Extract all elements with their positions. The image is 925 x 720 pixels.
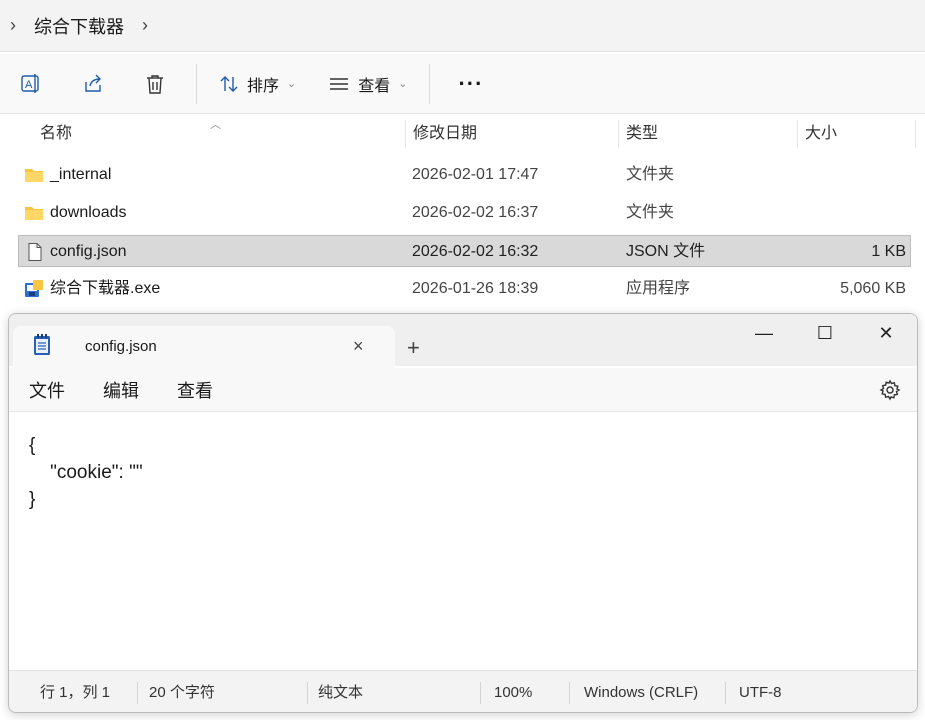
minimize-button[interactable]: — <box>734 314 794 352</box>
file-name: _internal <box>50 166 112 183</box>
tab-close-icon[interactable]: × <box>353 326 364 366</box>
file-list-header: ︿ 名称 修改日期 类型 大小 <box>0 114 925 154</box>
file-type: 应用程序 <box>626 280 691 297</box>
file-type: 文件夹 <box>626 166 675 183</box>
status-divider <box>725 682 726 704</box>
rename-button[interactable]: A <box>0 64 62 104</box>
file-name: downloads <box>50 204 127 221</box>
notepad-tab[interactable]: config.json × <box>13 326 395 368</box>
status-divider <box>569 682 570 704</box>
share-icon <box>85 74 101 92</box>
column-divider[interactable] <box>405 120 406 148</box>
breadcrumb-item-current[interactable]: 综合下载器 <box>26 13 132 39</box>
breadcrumb-chevron-icon[interactable]: › <box>132 15 158 36</box>
file-size <box>798 197 906 229</box>
file-row[interactable]: 综合下载器.exe 2026-01-26 18:39 应用程序 5,060 KB <box>18 273 911 305</box>
new-tab-button[interactable]: + <box>407 334 420 362</box>
file-size: 5,060 KB <box>840 280 906 297</box>
status-format: 纯文本 <box>318 684 364 701</box>
status-divider <box>480 682 481 704</box>
view-button[interactable]: 查看 ⌄ <box>316 64 419 104</box>
status-divider <box>307 682 308 704</box>
text-editor[interactable]: { "cookie": "" } <box>9 412 917 670</box>
file-icon <box>28 243 42 261</box>
chevron-down-icon: ⌄ <box>287 78 297 90</box>
toolbar-divider <box>429 63 431 104</box>
trash-icon <box>147 74 163 94</box>
app-icon <box>25 280 43 297</box>
status-divider <box>137 682 138 704</box>
status-bar: 行 1，列 1 20 个字符 纯文本 100% Windows (CRLF) U… <box>9 670 917 712</box>
file-type: 文件夹 <box>626 204 675 221</box>
status-position[interactable]: 行 1，列 1 <box>40 671 110 712</box>
share-button[interactable] <box>62 64 124 104</box>
column-divider[interactable] <box>915 120 916 148</box>
sort-label: 排序 <box>247 77 280 95</box>
status-line-ending[interactable]: Windows (CRLF) <box>584 671 698 712</box>
breadcrumb: › 综合下载器 › <box>0 0 925 52</box>
notepad-menubar: 文件 编辑 查看 <box>9 368 917 412</box>
menu-edit[interactable]: 编辑 <box>84 377 158 403</box>
tab-title: config.json <box>85 338 157 355</box>
rename-icon: A <box>21 73 39 93</box>
view-label: 查看 <box>358 77 391 95</box>
status-zoom[interactable]: 100% <box>494 671 532 712</box>
column-divider[interactable] <box>797 120 798 148</box>
close-window-button[interactable]: ✕ <box>856 314 916 352</box>
column-divider[interactable] <box>618 120 619 148</box>
sort-button[interactable]: 排序 ⌄ <box>207 64 308 104</box>
folder-icon <box>25 207 43 220</box>
file-type: JSON 文件 <box>626 243 706 260</box>
file-date: 2026-01-26 18:39 <box>412 280 539 297</box>
command-bar: A 排序 ⌄ 查看 ⌄ ··· <box>0 54 925 114</box>
view-lines-icon <box>330 77 349 90</box>
sort-icon <box>220 75 238 92</box>
file-row[interactable]: downloads 2026-02-02 16:37 文件夹 <box>18 197 911 229</box>
toolbar-divider <box>196 63 197 104</box>
maximize-button[interactable]: ☐ <box>795 314 855 352</box>
column-header-date[interactable]: 修改日期 <box>413 114 477 154</box>
file-explorer-window: › 综合下载器 › A 排序 ⌄ 查看 ⌄ ··· ︿ 名称 修改日期 类型 大… <box>0 0 925 320</box>
file-date: 2026-02-02 16:32 <box>412 243 539 260</box>
column-header-size[interactable]: 大小 <box>805 114 837 154</box>
sort-ascending-icon: ︿ <box>210 119 221 131</box>
svg-text:A: A <box>25 79 33 91</box>
file-size: 1 KB <box>871 243 906 260</box>
menu-view[interactable]: 查看 <box>158 377 232 403</box>
status-encoding[interactable]: UTF-8 <box>739 671 782 712</box>
file-size <box>798 159 906 191</box>
delete-button[interactable] <box>124 64 186 104</box>
gear-icon[interactable] <box>879 379 901 401</box>
file-date: 2026-02-02 16:37 <box>412 204 539 221</box>
notepad-icon <box>34 334 50 355</box>
folder-icon <box>25 169 43 182</box>
chevron-down-icon: ⌄ <box>398 78 408 90</box>
file-name: 综合下载器.exe <box>50 280 161 297</box>
breadcrumb-chevron-icon[interactable]: › <box>0 15 26 36</box>
column-header-name[interactable]: 名称 <box>40 114 72 154</box>
file-row[interactable]: _internal 2026-02-01 17:47 文件夹 <box>18 159 911 191</box>
notepad-window: config.json × + — ☐ ✕ 文件 编辑 查看 { "cookie… <box>8 313 918 713</box>
file-row-selected[interactable]: config.json 2026-02-02 16:32 JSON 文件 1 K… <box>18 235 911 267</box>
menu-file[interactable]: 文件 <box>9 377 84 403</box>
file-name: config.json <box>50 243 127 260</box>
column-header-type[interactable]: 类型 <box>626 114 658 154</box>
notepad-titlebar[interactable]: config.json × + — ☐ ✕ <box>9 314 917 368</box>
more-options-button[interactable]: ··· <box>440 71 501 97</box>
status-char-count: 20 个字符 <box>149 684 215 701</box>
file-date: 2026-02-01 17:47 <box>412 166 539 183</box>
